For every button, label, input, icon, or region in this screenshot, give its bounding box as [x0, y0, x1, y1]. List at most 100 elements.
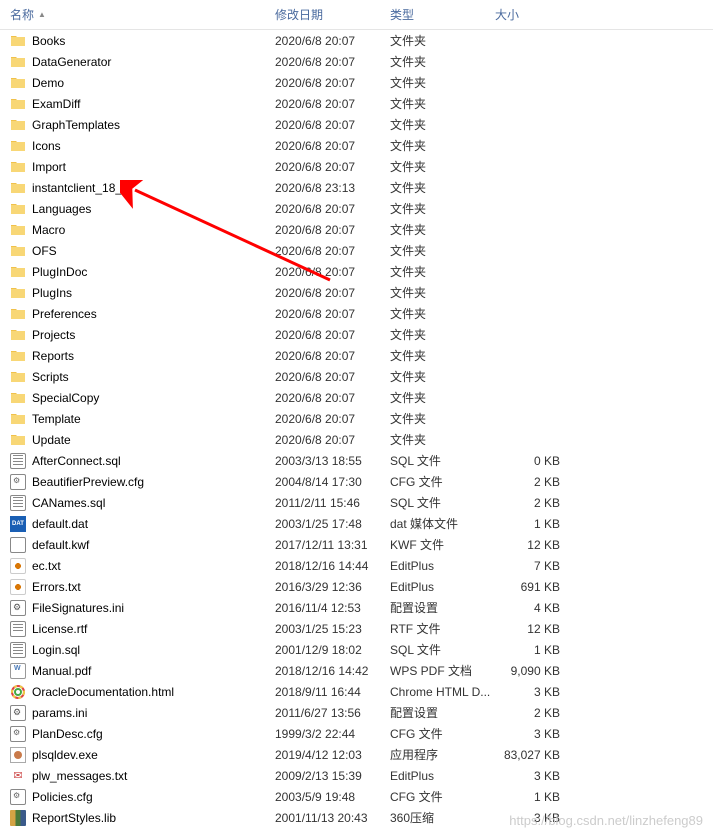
file-name-label: AfterConnect.sql: [32, 454, 121, 468]
file-type-cell: CFG 文件: [380, 473, 495, 490]
file-row[interactable]: Policies.cfg2003/5/9 19:48CFG 文件1 KB: [0, 786, 713, 807]
file-date-cell: 2020/6/8 20:07: [265, 412, 380, 426]
file-row[interactable]: Update2020/6/8 20:07文件夹: [0, 429, 713, 450]
file-name-label: License.rtf: [32, 622, 87, 636]
folder-icon: [10, 243, 26, 259]
file-row[interactable]: Books2020/6/8 20:07文件夹: [0, 30, 713, 51]
pdf-icon: [10, 663, 26, 679]
file-row[interactable]: Demo2020/6/8 20:07文件夹: [0, 72, 713, 93]
file-name-cell: ec.txt: [0, 558, 265, 574]
column-header-name[interactable]: 名称▲: [0, 4, 265, 25]
file-row[interactable]: plw_messages.txt2009/2/13 15:39EditPlus3…: [0, 765, 713, 786]
cfg-icon: [10, 474, 26, 490]
file-row[interactable]: Projects2020/6/8 20:07文件夹: [0, 324, 713, 345]
file-row[interactable]: DATdefault.dat2003/1/25 17:48dat 媒体文件1 K…: [0, 513, 713, 534]
folder-icon: [10, 159, 26, 175]
file-type-cell: 文件夹: [380, 347, 495, 364]
file-name-cell: SpecialCopy: [0, 390, 265, 406]
file-row[interactable]: OFS2020/6/8 20:07文件夹: [0, 240, 713, 261]
file-type-cell: 文件夹: [380, 179, 495, 196]
file-date-cell: 2001/12/9 18:02: [265, 643, 380, 657]
file-row[interactable]: DataGenerator2020/6/8 20:07文件夹: [0, 51, 713, 72]
file-date-cell: 2020/6/8 20:07: [265, 160, 380, 174]
file-row[interactable]: ReportStyles.lib2001/11/13 20:43360压缩3 K…: [0, 807, 713, 828]
file-row[interactable]: AfterConnect.sql2003/3/13 18:55SQL 文件0 K…: [0, 450, 713, 471]
column-header-type[interactable]: 类型: [380, 4, 495, 25]
file-name-label: Import: [32, 160, 66, 174]
file-type-cell: WPS PDF 文档: [380, 662, 495, 679]
file-date-cell: 2020/6/8 20:07: [265, 223, 380, 237]
file-type-cell: 文件夹: [380, 74, 495, 91]
file-row[interactable]: GraphTemplates2020/6/8 20:07文件夹: [0, 114, 713, 135]
file-row[interactable]: License.rtf2003/1/25 15:23RTF 文件12 KB: [0, 618, 713, 639]
file-size-cell: 2 KB: [495, 706, 595, 720]
file-name-label: params.ini: [32, 706, 87, 720]
file-row[interactable]: PlugInDoc2020/6/8 20:07文件夹: [0, 261, 713, 282]
file-size-cell: 3 KB: [495, 727, 595, 741]
folder-icon: [10, 285, 26, 301]
file-type-cell: 文件夹: [380, 389, 495, 406]
file-date-cell: 2020/6/8 20:07: [265, 118, 380, 132]
file-type-cell: 配置设置: [380, 599, 495, 616]
file-row[interactable]: Manual.pdf2018/12/16 14:42WPS PDF 文档9,09…: [0, 660, 713, 681]
file-row[interactable]: Icons2020/6/8 20:07文件夹: [0, 135, 713, 156]
file-size-cell: 2 KB: [495, 496, 595, 510]
column-header-size[interactable]: 大小: [495, 4, 595, 25]
file-type-cell: Chrome HTML D...: [380, 685, 495, 699]
messages-icon: [10, 768, 26, 784]
file-name-label: ExamDiff: [32, 97, 80, 111]
file-date-cell: 2001/11/13 20:43: [265, 811, 380, 825]
file-row[interactable]: FileSignatures.ini2016/11/4 12:53配置设置4 K…: [0, 597, 713, 618]
column-header-date[interactable]: 修改日期: [265, 4, 380, 25]
file-name-label: FileSignatures.ini: [32, 601, 124, 615]
file-type-cell: 文件夹: [380, 284, 495, 301]
file-row[interactable]: Macro2020/6/8 20:07文件夹: [0, 219, 713, 240]
file-row[interactable]: PlanDesc.cfg1999/3/2 22:44CFG 文件3 KB: [0, 723, 713, 744]
file-row[interactable]: BeautifierPreview.cfg2004/8/14 17:30CFG …: [0, 471, 713, 492]
file-row[interactable]: Preferences2020/6/8 20:07文件夹: [0, 303, 713, 324]
file-date-cell: 2020/6/8 20:07: [265, 265, 380, 279]
file-size-cell: 1 KB: [495, 790, 595, 804]
file-row[interactable]: SpecialCopy2020/6/8 20:07文件夹: [0, 387, 713, 408]
file-row[interactable]: instantclient_18_52020/6/8 23:13文件夹: [0, 177, 713, 198]
file-name-label: BeautifierPreview.cfg: [32, 475, 144, 489]
file-date-cell: 2003/1/25 15:23: [265, 622, 380, 636]
file-row[interactable]: OracleDocumentation.html2018/9/11 16:44C…: [0, 681, 713, 702]
file-name-cell: PlanDesc.cfg: [0, 726, 265, 742]
lib-icon: [10, 810, 26, 826]
file-row[interactable]: Template2020/6/8 20:07文件夹: [0, 408, 713, 429]
folder-icon: [10, 54, 26, 70]
file-row[interactable]: Login.sql2001/12/9 18:02SQL 文件1 KB: [0, 639, 713, 660]
file-name-cell: ExamDiff: [0, 96, 265, 112]
file-row[interactable]: params.ini2011/6/27 13:56配置设置2 KB: [0, 702, 713, 723]
file-row[interactable]: Errors.txt2016/3/29 12:36EditPlus691 KB: [0, 576, 713, 597]
file-type-cell: SQL 文件: [380, 452, 495, 469]
file-name-label: Update: [32, 433, 71, 447]
file-row[interactable]: Import2020/6/8 20:07文件夹: [0, 156, 713, 177]
file-type-cell: CFG 文件: [380, 788, 495, 805]
file-type-cell: 文件夹: [380, 137, 495, 154]
file-row[interactable]: plsqldev.exe2019/4/12 12:03应用程序83,027 KB: [0, 744, 713, 765]
file-row[interactable]: PlugIns2020/6/8 20:07文件夹: [0, 282, 713, 303]
file-name-label: Login.sql: [32, 643, 80, 657]
file-name-cell: Icons: [0, 138, 265, 154]
file-row[interactable]: ExamDiff2020/6/8 20:07文件夹: [0, 93, 713, 114]
file-name-label: ReportStyles.lib: [32, 811, 116, 825]
file-type-cell: EditPlus: [380, 769, 495, 783]
file-name-label: Macro: [32, 223, 65, 237]
file-type-cell: RTF 文件: [380, 620, 495, 637]
file-row[interactable]: Languages2020/6/8 20:07文件夹: [0, 198, 713, 219]
file-row[interactable]: Reports2020/6/8 20:07文件夹: [0, 345, 713, 366]
file-row[interactable]: Scripts2020/6/8 20:07文件夹: [0, 366, 713, 387]
file-date-cell: 2020/6/8 20:07: [265, 286, 380, 300]
file-type-cell: KWF 文件: [380, 536, 495, 553]
file-date-cell: 2003/3/13 18:55: [265, 454, 380, 468]
file-name-label: Icons: [32, 139, 61, 153]
file-date-cell: 2016/11/4 12:53: [265, 601, 380, 615]
file-row[interactable]: ec.txt2018/12/16 14:44EditPlus7 KB: [0, 555, 713, 576]
file-name-cell: Demo: [0, 75, 265, 91]
file-row[interactable]: default.kwf2017/12/11 13:31KWF 文件12 KB: [0, 534, 713, 555]
file-name-label: Scripts: [32, 370, 69, 384]
folder-icon: [10, 96, 26, 112]
file-row[interactable]: CANames.sql2011/2/11 15:46SQL 文件2 KB: [0, 492, 713, 513]
